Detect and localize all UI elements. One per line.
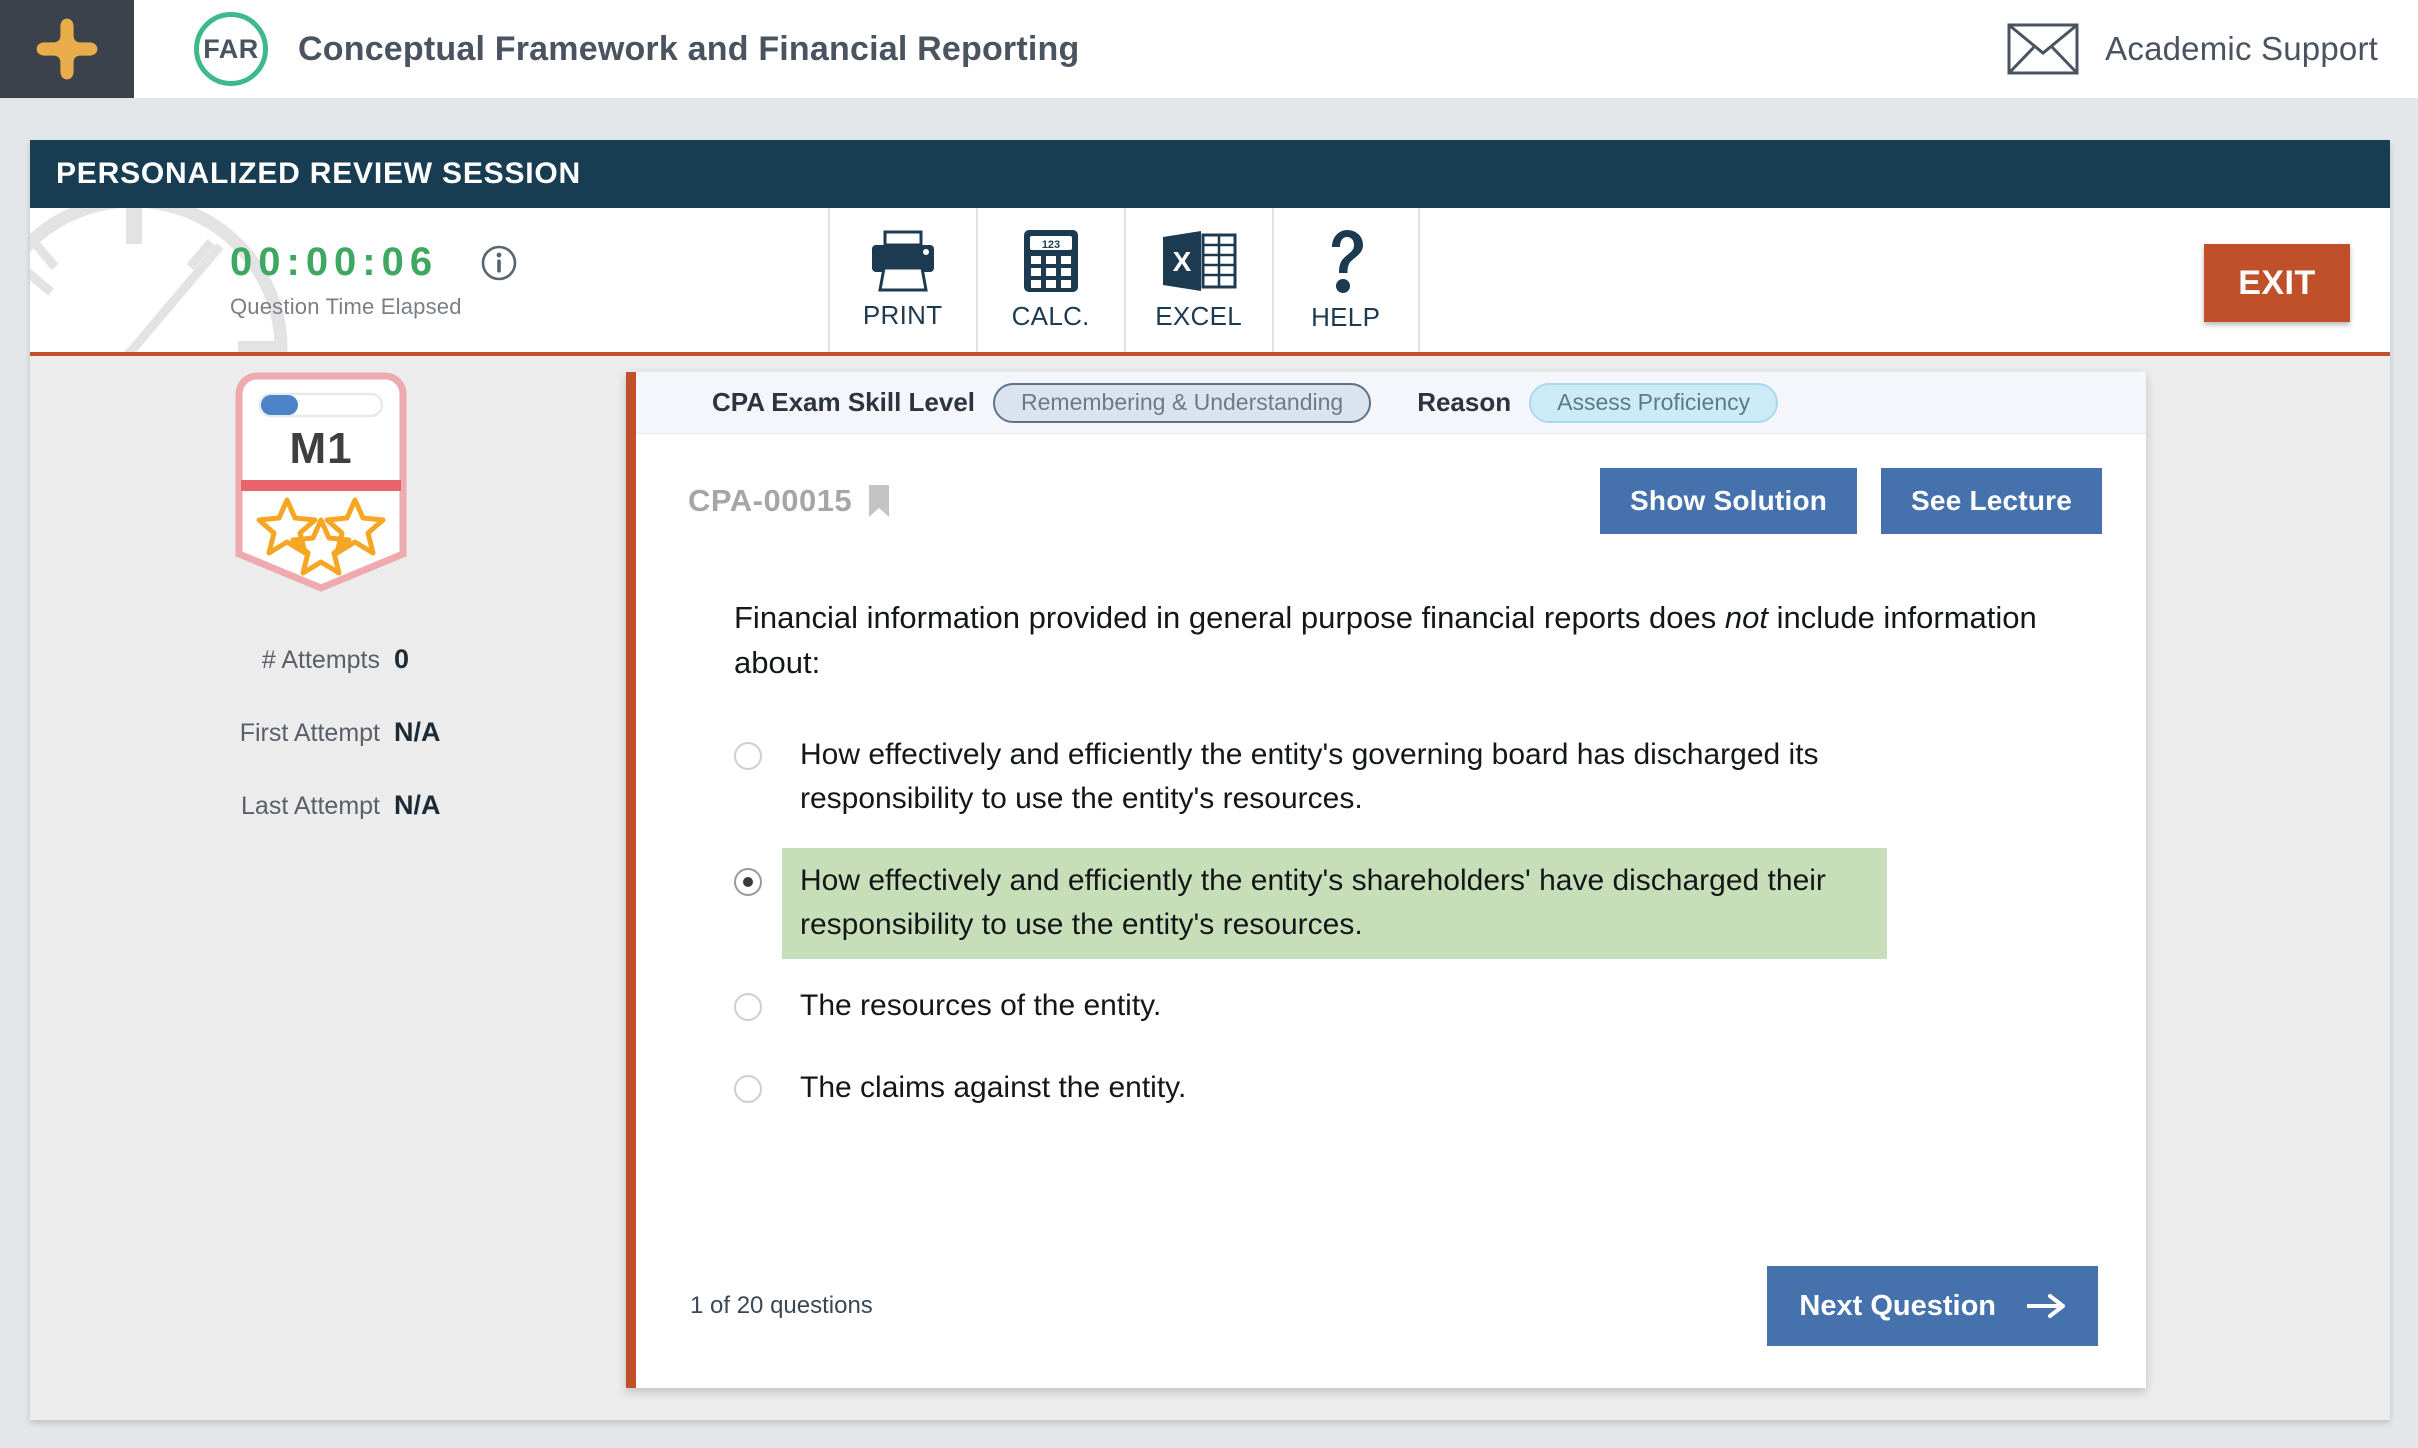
top-bar: FAR Conceptual Framework and Financial R… [0,0,2418,98]
envelope-icon [2007,23,2079,75]
answer-option-label-a: How effectively and efficiently the enti… [800,737,1819,816]
session-title: PERSONALIZED REVIEW SESSION [56,157,582,190]
timer-label: Question Time Elapsed [230,294,462,319]
question-timer: 00:00:06 Question Time Elapsed [230,240,518,320]
question-text: Financial information provided in genera… [734,596,2082,686]
first-attempt-value: N/A [394,717,441,747]
exam-toolbar: 00:00:06 Question Time Elapsed PRINT 123… [30,208,2390,356]
session-header: PERSONALIZED REVIEW SESSION [30,140,2390,208]
module-badge-label: M1 [289,424,353,473]
first-attempt-label: First Attempt [239,719,380,747]
attempt-stats: # Attempts 0 First Attempt N/A Last Atte… [200,644,450,863]
course-title: Conceptual Framework and Financial Repor… [298,29,1080,68]
calculator-button[interactable]: 123 CALC. [975,208,1124,352]
svg-text:123: 123 [1041,239,1059,251]
radio-button-a[interactable] [734,741,762,770]
question-mark-icon [1331,229,1363,293]
answer-option[interactable]: The resources of the entity. [734,973,2146,1040]
question-text-part1: Financial information provided in genera… [734,600,1725,635]
radio-button-d[interactable] [734,1074,762,1103]
question-card: CPA Exam Skill Level Remembering & Under… [626,372,2146,1388]
radio-button-c[interactable] [734,993,762,1022]
answer-option[interactable]: How effectively and efficiently the enti… [734,722,2146,834]
help-button[interactable]: HELP [1271,208,1420,352]
question-count: 1 of 20 questions [690,1292,873,1319]
last-attempt-value: N/A [394,790,441,820]
svg-text:X: X [1172,246,1191,277]
arrow-right-icon [2027,1294,2065,1318]
answer-option[interactable]: How effectively and efficiently the enti… [734,847,2146,960]
answer-option[interactable]: The claims against the entity. [734,1055,2146,1122]
last-attempt-label: Last Attempt [241,792,380,820]
print-button[interactable]: PRINT [827,208,976,352]
skill-level-label: CPA Exam Skill Level [712,387,976,417]
plus-star-icon [36,18,98,80]
card-footer: 1 of 20 questions Next Question [636,1266,2146,1388]
next-question-button[interactable]: Next Question [1767,1266,2098,1346]
attempts-label: # Attempts [261,646,380,674]
answer-options: How effectively and efficiently the enti… [734,722,2146,1136]
reason-label: Reason [1417,387,1512,417]
timer-value: 00:00:06 [230,240,439,284]
answer-option-label-c: The resources of the entity. [800,989,1162,1023]
print-label: PRINT [862,299,943,330]
stat-row-last-attempt: Last Attempt N/A [200,790,450,821]
course-code-badge: FAR [194,12,268,86]
excel-button[interactable]: X EXCEL [1123,208,1272,352]
skill-level-pill: Remembering & Understanding [993,382,1372,423]
calculator-icon: 123 [1023,229,1078,292]
answer-option-label-d: The claims against the entity. [800,1070,1187,1104]
radio-button-b[interactable] [734,867,762,896]
reason-pill: Assess Proficiency [1529,382,1779,423]
academic-support-link[interactable]: Academic Support [2007,23,2378,75]
answer-option-label-b: How effectively and efficiently the enti… [782,847,1887,960]
help-label: HELP [1311,301,1381,332]
attempts-value: 0 [394,644,410,674]
calculator-label: CALC. [1011,300,1090,331]
excel-icon: X [1162,230,1237,291]
question-id: CPA-00015 [688,483,853,518]
bookmark-icon[interactable] [868,484,890,518]
academic-support-label: Academic Support [2105,30,2378,67]
exit-button[interactable]: EXIT [2204,244,2350,322]
see-lecture-button[interactable]: See Lecture [1881,468,2102,534]
badge-shield-icon [235,372,407,592]
next-question-label: Next Question [1799,1289,1996,1322]
course-code-label: FAR [203,33,259,64]
skill-header: CPA Exam Skill Level Remembering & Under… [636,372,2146,434]
card-action-buttons: Show Solution See Lecture [1600,468,2102,534]
printer-icon [871,230,934,291]
module-badge: M1 [231,372,411,592]
left-rail: M1 # Attempts 0 First Attempt N/A Last A… [30,356,626,1416]
stat-row-first-attempt: First Attempt N/A [200,717,450,748]
show-solution-button[interactable]: Show Solution [1600,468,1858,534]
app-logo[interactable] [0,0,134,98]
question-text-emphasis: not [1724,600,1768,635]
tool-buttons: PRINT 123 CALC. X EXCEL HELP [827,208,1420,352]
info-icon[interactable] [480,244,518,282]
session-body: M1 # Attempts 0 First Attempt N/A Last A… [30,356,2390,1416]
radio-dot [743,876,753,887]
excel-label: EXCEL [1155,300,1243,331]
review-session-panel: PERSONALIZED REVIEW SESSION 00:00:06 Que… [30,140,2390,1420]
question-id-row: CPA-00015 Show Solution See Lecture [636,434,2146,534]
stat-row-attempts: # Attempts 0 [200,644,450,675]
